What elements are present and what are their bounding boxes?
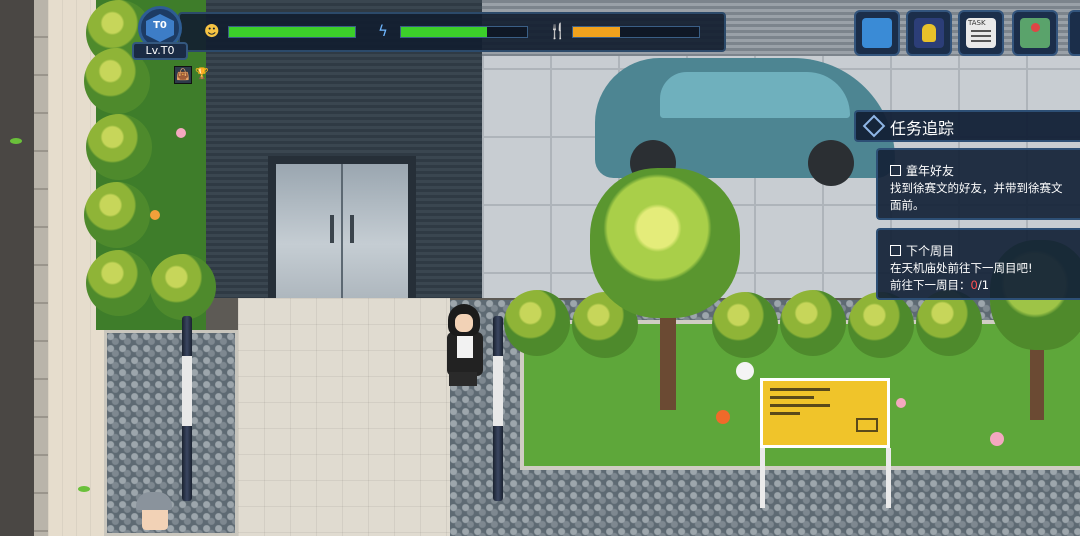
level-badge-text: T0 xyxy=(153,20,167,31)
npc-cap xyxy=(136,492,172,510)
player-shirt xyxy=(457,336,473,358)
bush xyxy=(712,292,778,358)
smiley-icon: ☻ xyxy=(204,22,220,40)
quest-checkbox[interactable] xyxy=(890,245,901,256)
leaf xyxy=(78,486,90,492)
leaf xyxy=(10,138,22,144)
lock-bag-icon xyxy=(914,18,944,48)
quest-title-1: 童年好友 xyxy=(906,164,955,178)
car-wheel xyxy=(808,140,854,186)
flower xyxy=(896,398,906,408)
lamp-band xyxy=(182,356,192,426)
curb xyxy=(34,0,48,536)
door-split xyxy=(341,164,343,298)
more-menu-button[interactable] xyxy=(1068,10,1080,56)
player-legs xyxy=(449,372,477,386)
tree xyxy=(590,168,740,318)
quest-desc-1a: 找到徐赛文的好友，并带到徐赛文 xyxy=(890,181,1063,195)
sign-post xyxy=(886,448,891,508)
road xyxy=(0,0,34,536)
flower xyxy=(990,432,1004,446)
door-handle xyxy=(350,215,354,243)
task-button[interactable]: TASK xyxy=(958,10,1004,56)
bush xyxy=(848,292,914,358)
sign-post xyxy=(760,448,765,508)
flower xyxy=(176,128,186,138)
quest-checkbox[interactable] xyxy=(890,165,901,176)
quest-tracker-title: 任务追踪 xyxy=(890,119,955,138)
quest-title-2: 下个周目 xyxy=(906,244,955,258)
backpack-button[interactable] xyxy=(906,10,952,56)
hunger-bar-fill xyxy=(573,27,620,37)
task-label: TASK xyxy=(968,19,986,27)
bush xyxy=(150,254,216,320)
quest-desc-1b: 面前。 xyxy=(890,198,925,212)
lamp-band xyxy=(493,356,503,426)
quest-progress-total: /1 xyxy=(977,278,990,292)
quest-progress: 前往下一周目：0/1 xyxy=(890,277,1080,294)
task-list-icon: TASK xyxy=(966,18,996,48)
bush xyxy=(86,114,152,180)
quest-progress-label: 前往下一周目： xyxy=(890,278,971,292)
bush xyxy=(780,290,846,356)
sign-line xyxy=(770,388,830,391)
tablet-icon xyxy=(862,18,892,48)
mood-bar xyxy=(228,26,356,38)
energy-icon: ϟ xyxy=(378,22,388,40)
mood-bar-fill xyxy=(229,27,355,37)
level-label: Lv.T0 xyxy=(132,42,188,60)
hunger-bar xyxy=(572,26,700,38)
sign-symbol xyxy=(856,418,878,432)
quest-progress-done: 0 xyxy=(970,278,978,292)
energy-bar-fill xyxy=(401,27,487,37)
car-window xyxy=(660,72,850,118)
quest-desc-2: 在天机庙处前往下一周目吧! xyxy=(890,261,1033,275)
player-face xyxy=(455,314,473,332)
food-icon: 🍴 xyxy=(548,22,567,40)
trophy-icon[interactable]: 🏆 xyxy=(194,66,210,82)
plaza-pavement xyxy=(238,298,450,536)
energy-bar xyxy=(400,26,528,38)
map-device-button[interactable] xyxy=(854,10,900,56)
world-map-button[interactable] xyxy=(1012,10,1058,56)
sign-line xyxy=(770,404,830,407)
bush xyxy=(84,182,150,248)
bush xyxy=(86,250,152,316)
flower xyxy=(736,362,754,380)
map-pin-icon xyxy=(1020,18,1050,48)
quest-card-next-cycle[interactable]: 下个周目 在天机庙处前往下一周目吧! 前往下一周目：0/1 xyxy=(876,228,1080,300)
flower xyxy=(150,210,160,220)
sign-line xyxy=(770,396,814,399)
quest-card-childhood-friend[interactable]: 童年好友 找到徐赛文的好友，并带到徐赛文 面前。 xyxy=(876,148,1080,220)
sign-line xyxy=(770,412,800,415)
flower xyxy=(716,410,730,424)
bush xyxy=(504,290,570,356)
door-handle xyxy=(330,215,334,243)
handbag-icon[interactable]: 👜 xyxy=(174,66,192,84)
quest-tracker-header[interactable] xyxy=(854,110,1080,142)
